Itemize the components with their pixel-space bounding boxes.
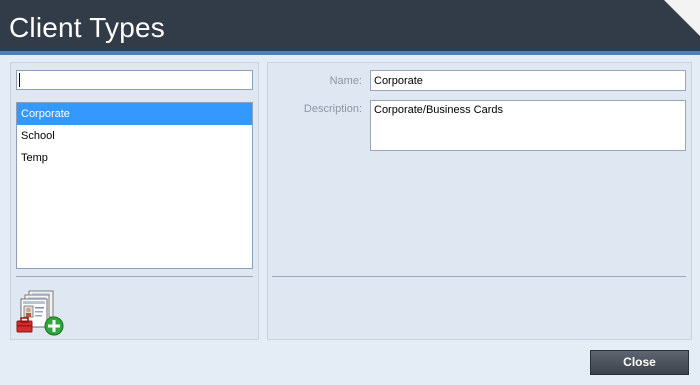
client-types-dialog: Client Types Corporate School Temp Name:…: [0, 0, 700, 385]
list-item[interactable]: Corporate: [17, 103, 252, 125]
list-item[interactable]: Temp: [17, 147, 252, 169]
divider: [272, 276, 686, 277]
description-label: Description:: [303, 103, 362, 115]
close-button[interactable]: Close: [590, 350, 689, 375]
search-input[interactable]: [16, 70, 253, 90]
title-bar-corner: [664, 0, 700, 36]
text-caret: [19, 73, 20, 87]
client-types-list-panel: Corporate School Temp: [10, 62, 259, 340]
client-type-details-panel: Name: Description: Corporate/Business Ca…: [267, 62, 692, 340]
add-client-type-button[interactable]: [16, 290, 64, 336]
dialog-title: Client Types: [9, 12, 165, 43]
list-item[interactable]: School: [17, 125, 252, 147]
name-label: Name:: [329, 75, 362, 87]
name-field[interactable]: [370, 70, 686, 91]
divider: [16, 276, 253, 277]
description-field[interactable]: Corporate/Business Cards: [370, 100, 686, 151]
title-bar: Client Types: [0, 0, 700, 51]
dialog-content: Corporate School Temp Name: Corporate De…: [0, 55, 700, 385]
client-types-list[interactable]: Corporate School Temp: [16, 102, 253, 269]
add-client-type-icon: [16, 290, 64, 336]
